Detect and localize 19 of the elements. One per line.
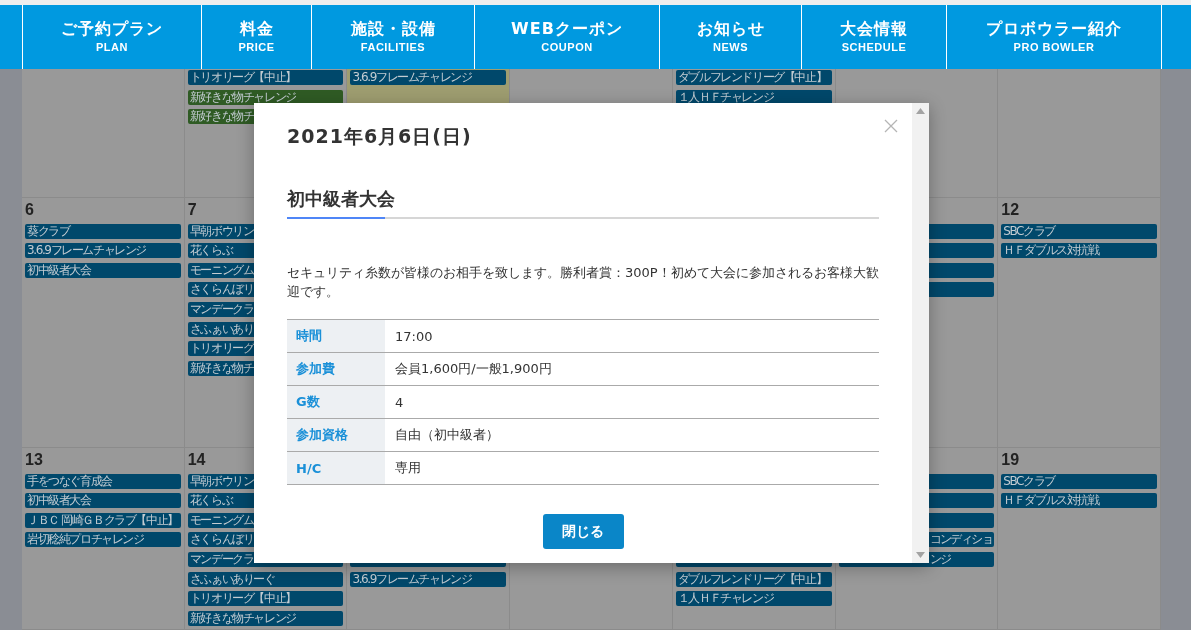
detail-value: 専用 [394, 459, 422, 477]
day-number: 6 [25, 201, 34, 219]
detail-value: 17:00 [394, 327, 434, 346]
detail-value: 会員1,600円/一般1,900円 [394, 360, 553, 378]
detail-value: 4 [394, 393, 405, 412]
day-number: 7 [187, 201, 197, 219]
detail-label: H/C [287, 452, 385, 484]
day-number: 13 [25, 451, 43, 469]
day-number: 19 [1001, 451, 1020, 469]
day-number: 14 [187, 451, 206, 469]
detail-label: 時間 [287, 320, 385, 352]
day-number: 12 [1001, 201, 1020, 219]
detail-label: 参加資格 [287, 419, 385, 451]
detail-label: 参加費 [287, 353, 385, 385]
event-description: セキュリティ糸数が皆様のお相手を致します。勝利者賞：300P！初めて大会に参加されるお客様大歓迎です。 [287, 264, 879, 301]
detail-value: 自由（初中級者） [394, 426, 500, 444]
event-title: 初中級者大会 [287, 187, 396, 211]
detail-label: G数 [287, 386, 385, 418]
dialog-date: 2021年6月6日(日) [287, 124, 473, 149]
